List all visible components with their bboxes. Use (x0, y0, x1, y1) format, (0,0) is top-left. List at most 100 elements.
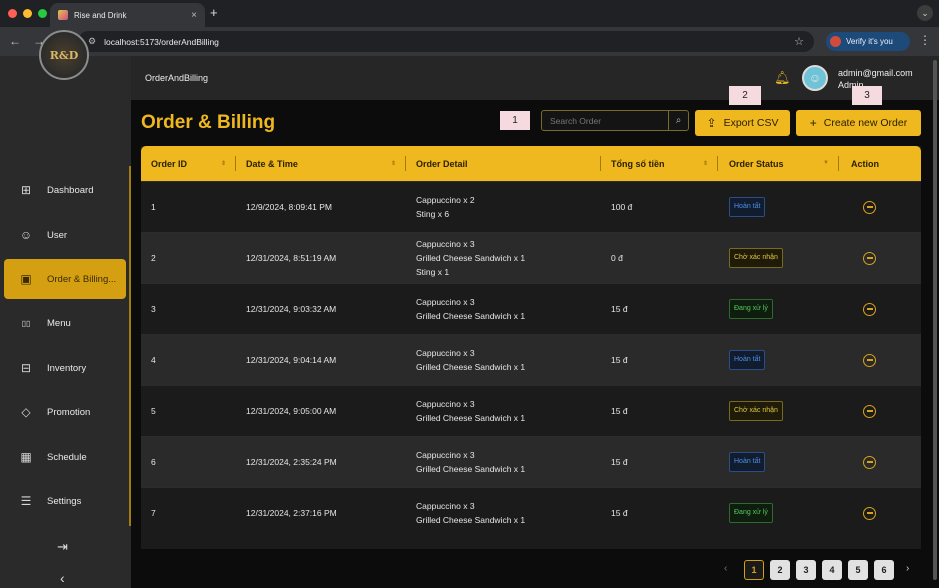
column-header-date-time[interactable]: Date & Time ⇕ (246, 146, 406, 181)
sidebar-item-settings[interactable]: ☰ Settings (4, 481, 126, 521)
row-action-icon[interactable] (863, 455, 876, 469)
bookmark-star-icon[interactable]: ☆ (794, 35, 804, 48)
sort-icon[interactable]: ⇕ (221, 160, 226, 167)
browser-menu-icon[interactable]: ⋮ (919, 33, 931, 47)
table-row[interactable]: 6 12/31/2024, 2:35:24 PM Cappuccino x 3 Gri… (141, 436, 921, 487)
table-row[interactable]: 7 12/31/2024, 2:37:16 PM Cappuccino x 3 Gri… (141, 487, 921, 538)
sidebar-item-schedule[interactable]: ▦ Schedule (4, 437, 126, 477)
profile-verify-label: Verify it's you (846, 37, 893, 46)
next-page-icon[interactable]: › (906, 563, 909, 574)
tab-search-icon[interactable]: ⌄ (917, 5, 933, 21)
table-row[interactable]: 5 12/31/2024, 9:05:00 AM Cappuccino x 3 Gri… (141, 385, 921, 436)
order-detail-line: Grilled Cheese Sandwich x 1 (416, 362, 526, 372)
maximize-window-button[interactable] (38, 9, 47, 18)
export-csv-label: Export CSV (723, 117, 779, 129)
order-total: 15 đ (611, 355, 628, 365)
total-cell: 100 đ (611, 182, 718, 232)
sort-icon[interactable]: ⇕ (391, 160, 396, 167)
page-2-button[interactable]: 2 (770, 560, 790, 580)
order-id-cell: 1 (151, 182, 236, 232)
prev-page-icon[interactable]: ‹ (724, 563, 727, 574)
filter-icon[interactable]: ▼ (823, 160, 829, 166)
row-action-icon[interactable] (863, 404, 876, 418)
calendar-icon: ▦ (20, 450, 32, 464)
page-scrollbar[interactable] (933, 60, 937, 580)
brand-logo[interactable]: R&D (39, 30, 89, 80)
page-5-button[interactable]: 5 (848, 560, 868, 580)
sidebar-item-menu[interactable]: ▯▯ Menu (4, 303, 126, 343)
annotation-badge-1: 1 (500, 111, 530, 130)
order-detail-cell: Cappuccino x 3 Grilled Cheese Sandwich x … (416, 233, 601, 283)
profile-icon (830, 36, 841, 47)
table-row[interactable]: 1 12/9/2024, 8:09:41 PM Cappuccino x 2 Stin… (141, 181, 921, 232)
order-detail-cell: Cappuccino x 3 Grilled Cheese Sandwich x … (416, 437, 601, 487)
table-row[interactable]: 3 12/31/2024, 9:03:32 AM Cappuccino x 3 Gri… (141, 283, 921, 334)
close-window-button[interactable] (8, 9, 17, 18)
order-id-cell: 4 (151, 335, 236, 385)
column-divider (838, 156, 839, 171)
column-header-total[interactable]: Tổng số tiền ⇕ (611, 146, 718, 181)
logout-icon[interactable]: ⇥ (57, 539, 68, 555)
order-detail-line: Sting x 6 (416, 209, 450, 219)
column-label: Action (851, 158, 879, 169)
tab-close-icon[interactable]: × (191, 10, 197, 21)
status-cell: Chờ xác nhận (729, 386, 839, 436)
table-row[interactable]: 2 12/31/2024, 8:51:19 AM Cappuccino x 3 Gri… (141, 232, 921, 283)
column-header-order-id[interactable]: Order ID ⇕ (151, 146, 236, 181)
export-csv-button[interactable]: ⇪ Export CSV (695, 110, 790, 136)
page-4-button[interactable]: 4 (822, 560, 842, 580)
order-id-cell: 5 (151, 386, 236, 436)
total-cell: 15 đ (611, 437, 718, 487)
page-3-button[interactable]: 3 (796, 560, 816, 580)
profile-verify-button[interactable]: Verify it's you (826, 32, 910, 51)
sidebar-item-dashboard[interactable]: ⊞ Dashboard (4, 170, 126, 210)
status-badge: Hoàn tất (729, 452, 766, 472)
avatar[interactable]: ☺ (802, 65, 828, 91)
page-1-button[interactable]: 1 (744, 560, 764, 580)
sort-icon[interactable]: ⇕ (703, 160, 708, 167)
order-detail-line: Cappuccino x 3 (416, 239, 475, 249)
column-divider (717, 156, 718, 171)
date-time-cell: 12/31/2024, 9:05:00 AM (246, 386, 406, 436)
order-id: 4 (151, 355, 156, 365)
annotation-badge-2: 2 (729, 86, 761, 105)
row-action-icon[interactable] (863, 302, 876, 316)
total-cell: 15 đ (611, 488, 718, 538)
status-cell: Đang xử lý (729, 284, 839, 334)
sidebar-item-inventory[interactable]: ⊟ Inventory (4, 348, 126, 388)
status-badge: Hoàn tất (729, 350, 766, 370)
bell-icon[interactable]: 🔔︎ (774, 70, 791, 86)
create-order-button[interactable]: + Create new Order (796, 110, 921, 136)
address-bar: ← → ↻ ⚙ localhost:5173/orderAndBilling ☆… (0, 27, 939, 56)
action-cell (863, 386, 903, 436)
search-icon[interactable]: ⌕ (668, 111, 688, 130)
sidebar-item-label: Promotion (47, 406, 91, 418)
collapse-sidebar-icon[interactable]: ‹ (60, 570, 65, 586)
row-action-icon[interactable] (863, 200, 876, 214)
column-divider (235, 156, 236, 171)
new-tab-button[interactable]: + (210, 5, 218, 20)
sidebar-item-order-billing[interactable]: ▣ Order & Billing... (4, 259, 126, 299)
browser-tab[interactable]: Rise and Drink × (50, 3, 205, 27)
site-info-icon[interactable]: ⚙ (88, 36, 96, 47)
order-detail-line: Grilled Cheese Sandwich x 1 (416, 311, 526, 321)
back-icon[interactable]: ← (9, 34, 21, 48)
row-action-icon[interactable] (863, 353, 876, 367)
column-label: Order ID (151, 158, 188, 169)
sidebar-item-promotion[interactable]: ◇ Promotion (4, 392, 126, 432)
column-header-order-detail[interactable]: Order Detail (416, 146, 601, 181)
tag-icon: ◇ (21, 405, 31, 419)
url-field[interactable]: ⚙ localhost:5173/orderAndBilling ☆ (78, 31, 814, 52)
page-6-button[interactable]: 6 (874, 560, 894, 580)
column-header-order-status[interactable]: Order Status ▼ (729, 146, 839, 181)
order-detail-line: Grilled Cheese Sandwich x 1 (416, 515, 526, 525)
row-action-icon[interactable] (863, 506, 876, 520)
sidebar-item-user[interactable]: ☺ User (4, 215, 126, 255)
column-label: Order Status (729, 158, 784, 169)
row-action-icon[interactable] (863, 251, 876, 265)
order-datetime: 12/31/2024, 9:04:14 AM (246, 355, 337, 365)
minimize-window-button[interactable] (23, 9, 32, 18)
order-detail-line: Cappuccino x 3 (416, 450, 475, 460)
search-input[interactable] (542, 111, 668, 130)
table-row[interactable]: 4 12/31/2024, 9:04:14 AM Cappuccino x 3 Gri… (141, 334, 921, 385)
